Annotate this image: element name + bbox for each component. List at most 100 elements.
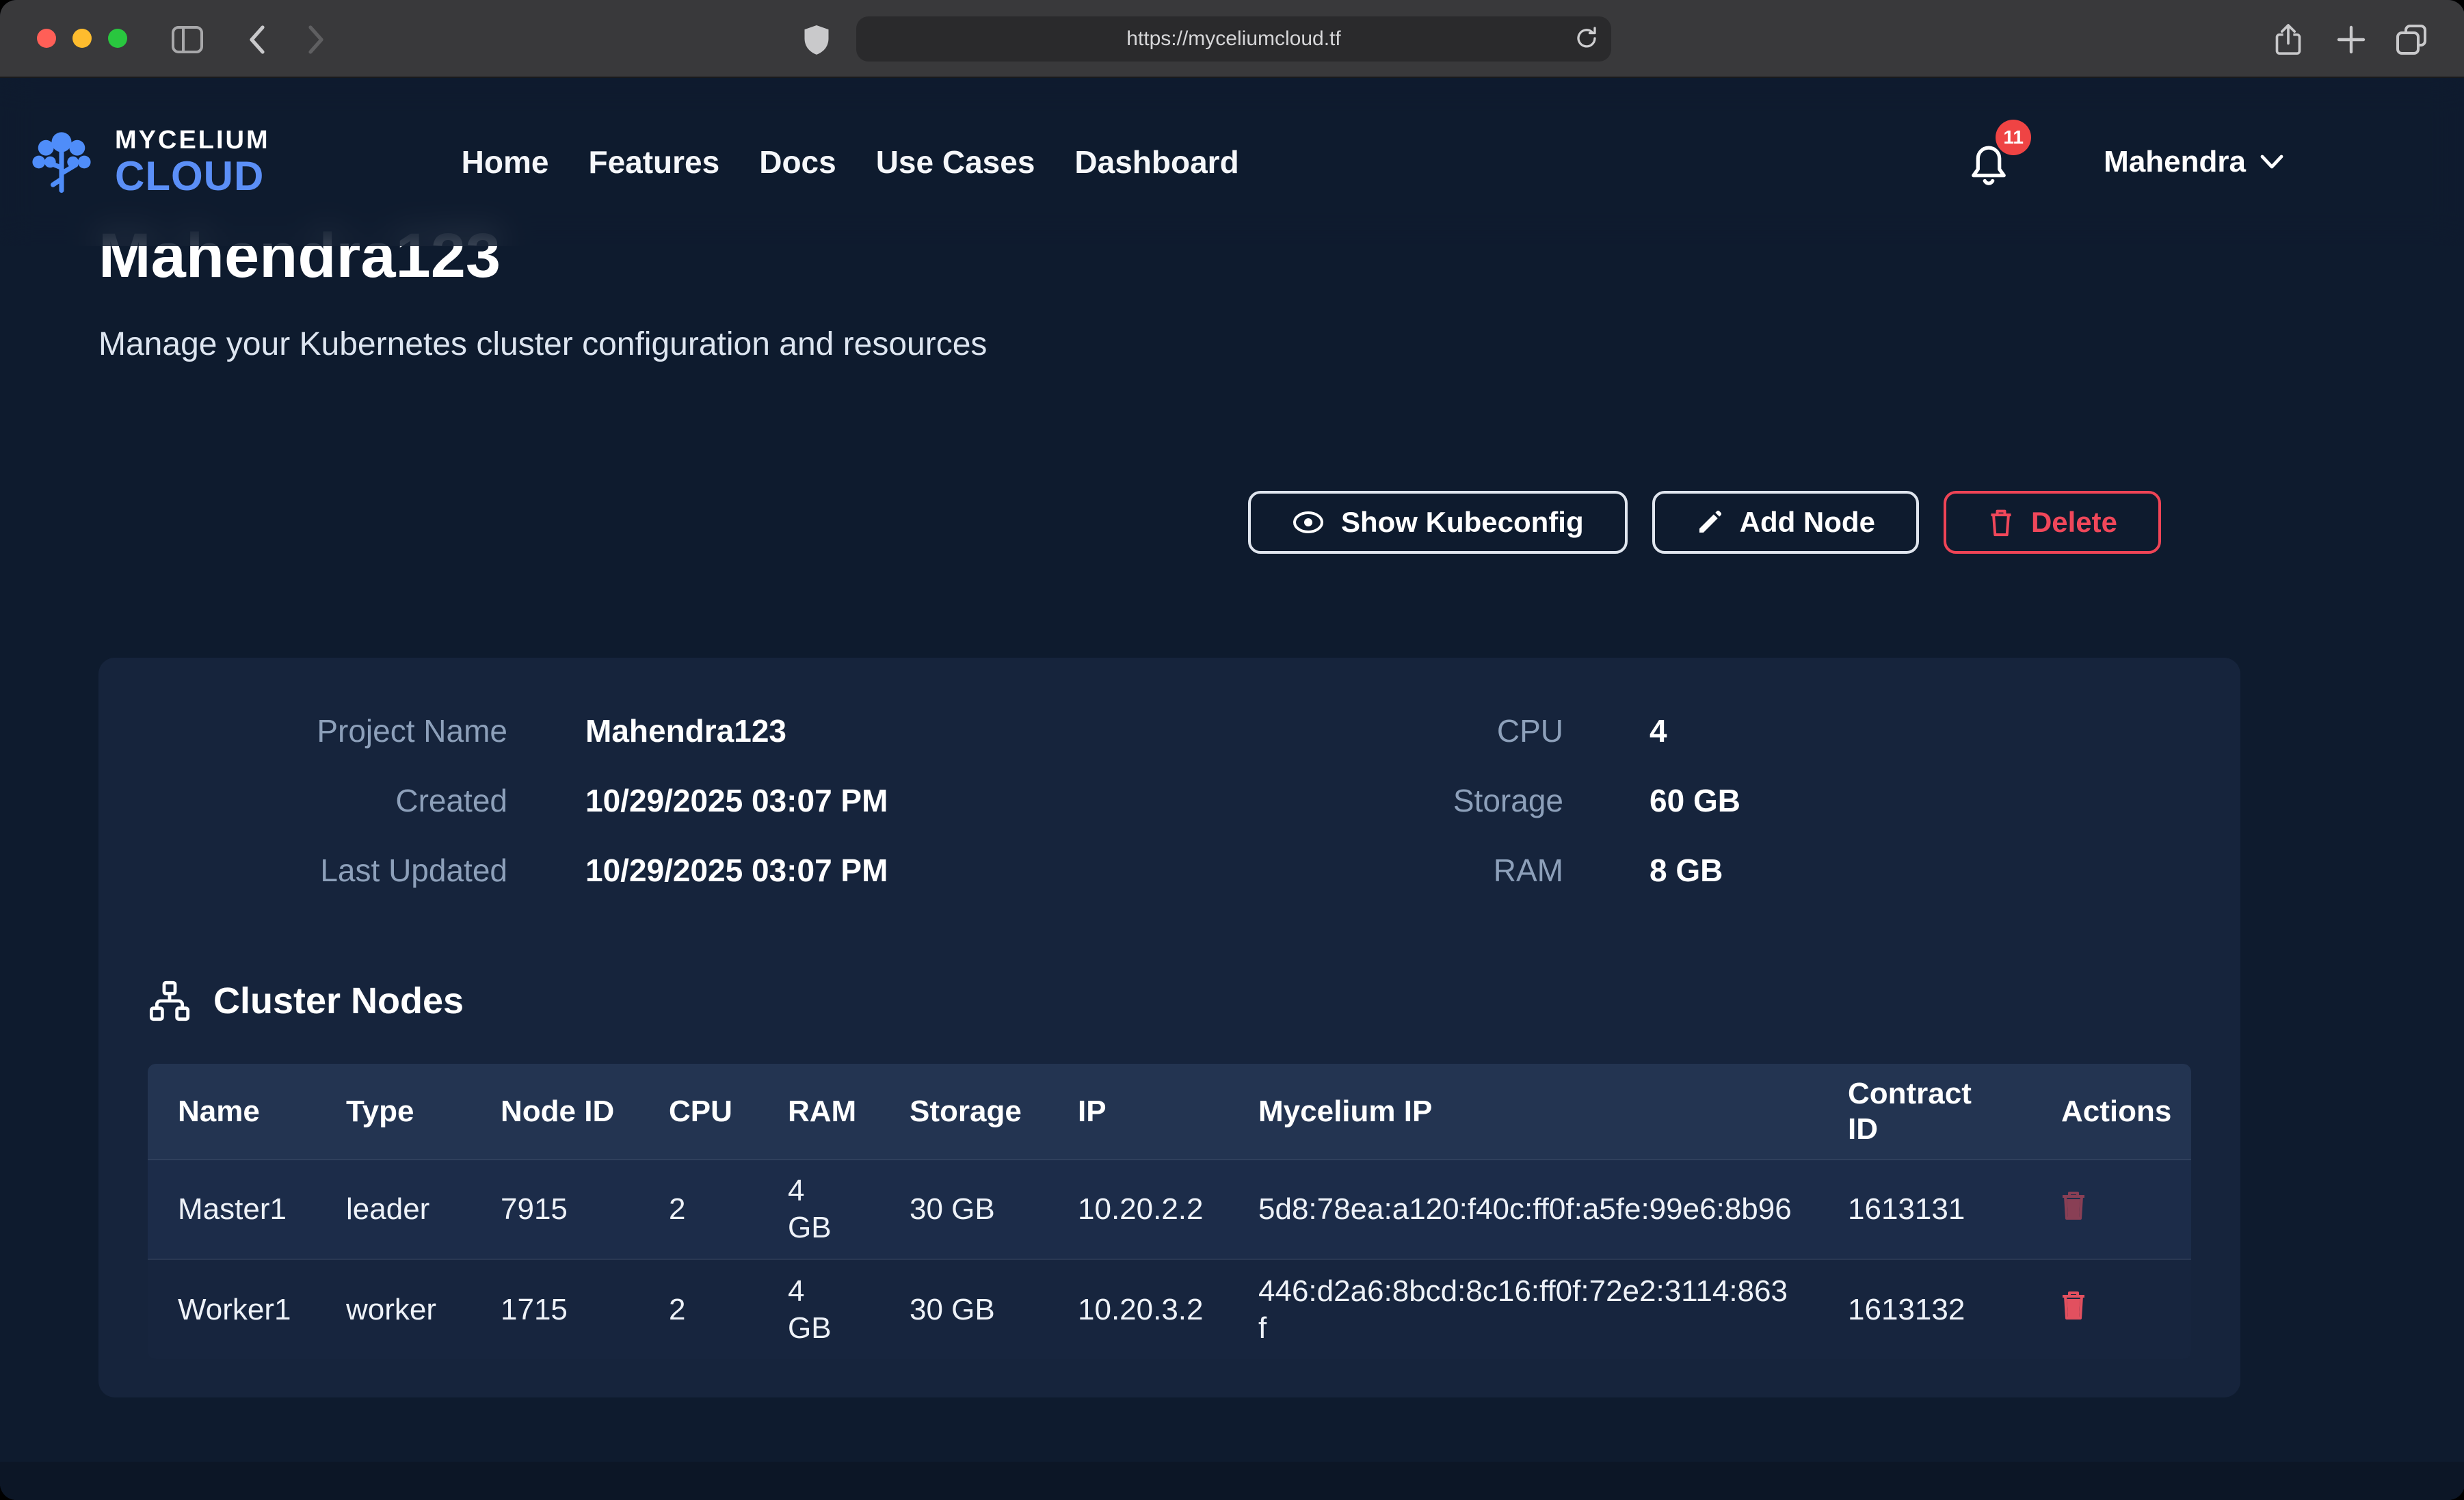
cell-name: Worker1 [148, 1259, 316, 1359]
notifications-button[interactable]: 11 [1967, 139, 2013, 185]
show-kubeconfig-button[interactable]: Show Kubeconfig [1248, 491, 1628, 554]
col-storage: Storage [879, 1064, 1048, 1160]
col-mycelium-ip: Mycelium IP [1228, 1064, 1818, 1160]
page: Mahendra123 Manage your Kubernetes clust… [0, 78, 2464, 1500]
reload-icon [1574, 26, 1599, 51]
reload-button[interactable] [1574, 26, 1599, 55]
brand-mycelium: MYCELIUM [115, 127, 270, 153]
node-row-worker1: Worker1 worker 1715 2 4 GB 30 GB 10.20.3… [148, 1259, 2191, 1359]
delete-node-button[interactable] [2061, 1291, 2086, 1320]
cell-actions [2031, 1160, 2191, 1259]
trash-icon [2061, 1291, 2086, 1320]
cell-cpu: 2 [639, 1259, 758, 1359]
storage-label: Storage [1169, 782, 1563, 819]
tab-overview-button[interactable] [2394, 22, 2429, 57]
network-icon [148, 979, 191, 1023]
close-button[interactable] [37, 29, 56, 48]
nav-link-docs[interactable]: Docs [759, 144, 836, 180]
main-content: Mahendra123 Manage your Kubernetes clust… [0, 78, 2464, 1500]
add-node-label: Add Node [1740, 506, 1875, 539]
storage-value: 60 GB [1650, 782, 1740, 819]
browser-chrome: https://myceliumcloud.tf [0, 0, 2464, 78]
summary-right-column: CPU 4 Storage 60 GB RAM 8 GB [1169, 712, 2191, 922]
cell-storage: 30 GB [879, 1160, 1048, 1259]
nodes-table: Name Type Node ID CPU RAM Storage IP Myc… [148, 1064, 2191, 1359]
sidebar-toggle-button[interactable] [170, 22, 205, 57]
created-label: Created [148, 782, 507, 819]
chevron-right-icon [305, 23, 327, 56]
node-row-master1: Master1 leader 7915 2 4 GB 30 GB 10.20.2… [148, 1160, 2191, 1259]
cell-ip: 10.20.2.2 [1048, 1160, 1228, 1259]
cell-actions [2031, 1259, 2191, 1359]
privacy-report-button[interactable] [799, 22, 834, 57]
col-ram: RAM [758, 1064, 879, 1160]
forward-button[interactable] [298, 22, 334, 57]
window-controls [37, 29, 127, 48]
show-kubeconfig-label: Show Kubeconfig [1341, 506, 1584, 539]
url-text: https://myceliumcloud.tf [1126, 27, 1340, 51]
cell-node-id: 1715 [471, 1259, 639, 1359]
share-button[interactable] [2270, 22, 2306, 57]
user-name: Mahendra [2104, 145, 2246, 179]
nav-links: Home Features Docs Use Cases Dashboard [462, 144, 1239, 180]
last-updated-label: Last Updated [148, 852, 507, 889]
cluster-nodes-title: Cluster Nodes [213, 980, 464, 1022]
cell-name: Master1 [148, 1160, 316, 1259]
nav-link-dashboard[interactable]: Dashboard [1074, 144, 1238, 180]
nav-link-home[interactable]: Home [462, 144, 549, 180]
eye-icon [1292, 509, 1325, 536]
back-button[interactable] [239, 22, 275, 57]
last-updated-value: 10/29/2025 03:07 PM [585, 852, 888, 889]
share-icon [2273, 22, 2303, 57]
cell-ram: 4 GB [758, 1160, 879, 1259]
ram-value: 8 GB [1650, 852, 1723, 889]
page-subtitle: Manage your Kubernetes cluster configura… [98, 324, 2240, 365]
col-actions: Actions [2031, 1064, 2191, 1160]
cluster-summary: Project Name Mahendra123 Created 10/29/2… [148, 712, 2191, 922]
col-name: Name [148, 1064, 316, 1160]
cpu-value: 4 [1650, 712, 1667, 749]
delete-cluster-button[interactable]: Delete [1944, 491, 2161, 554]
summary-left-column: Project Name Mahendra123 Created 10/29/2… [148, 712, 1169, 922]
trash-icon [1987, 507, 2015, 537]
col-ip: IP [1048, 1064, 1228, 1160]
browser-window: https://myceliumcloud.tf [0, 0, 2464, 1500]
address-bar[interactable]: https://myceliumcloud.tf [856, 16, 1611, 62]
mycelium-logo-icon [25, 125, 98, 199]
col-cpu: CPU [639, 1064, 758, 1160]
col-node-id: Node ID [471, 1064, 639, 1160]
brand-logo[interactable]: MYCELIUM CLOUD [25, 125, 270, 199]
chevron-down-icon [2260, 154, 2284, 170]
trash-icon [2061, 1191, 2086, 1220]
ram-label: RAM [1169, 852, 1563, 889]
col-type: Type [316, 1064, 471, 1160]
chevron-left-icon [246, 23, 268, 56]
pencil-icon [1696, 509, 1723, 536]
nav-link-features[interactable]: Features [588, 144, 719, 180]
cell-contract-id: 1613131 [1818, 1160, 2031, 1259]
project-name-value: Mahendra123 [585, 712, 786, 749]
delete-node-button[interactable] [2061, 1191, 2086, 1220]
notification-badge: 11 [1996, 120, 2031, 155]
tabs-icon [2395, 23, 2428, 56]
top-navbar: MYCELIUM CLOUD Home Features Docs Use Ca… [0, 78, 2464, 246]
new-tab-button[interactable] [2333, 22, 2369, 57]
nav-link-use-cases[interactable]: Use Cases [876, 144, 1035, 180]
cell-mycelium-ip: 5d8:78ea:a120:f40c:ff0f:a5fe:99e6:8b96 [1228, 1160, 1818, 1259]
add-node-button[interactable]: Add Node [1652, 491, 1919, 554]
created-value: 10/29/2025 03:07 PM [585, 782, 888, 819]
cpu-label: CPU [1169, 712, 1563, 749]
cell-ram: 4 GB [758, 1259, 879, 1359]
user-menu[interactable]: Mahendra [2104, 145, 2284, 179]
cluster-nodes-header: Cluster Nodes [148, 979, 2191, 1023]
brand-cloud: CLOUD [115, 156, 270, 197]
fullscreen-button[interactable] [108, 29, 127, 48]
col-contract-id: Contract ID [1818, 1064, 2031, 1160]
cell-contract-id: 1613132 [1818, 1259, 2031, 1359]
cell-type: leader [316, 1160, 471, 1259]
brand-text: MYCELIUM CLOUD [115, 127, 270, 197]
cell-node-id: 7915 [471, 1160, 639, 1259]
cell-cpu: 2 [639, 1160, 758, 1259]
minimize-button[interactable] [72, 29, 92, 48]
project-name-label: Project Name [148, 712, 507, 749]
